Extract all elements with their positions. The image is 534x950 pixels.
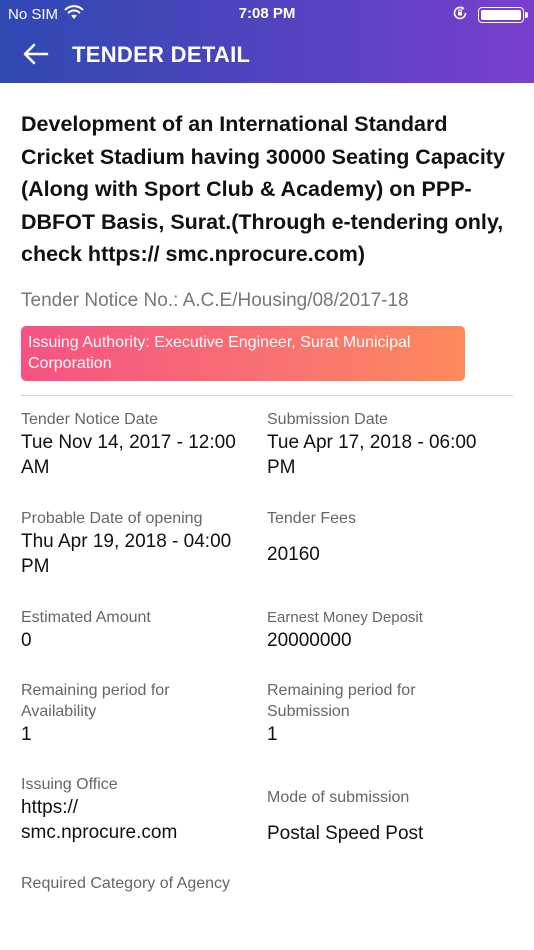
field-submission-date: Submission Date Tue Apr 17, 2018 - 06:00… [267,409,507,480]
field-estimated-amount: Estimated Amount 0 [21,607,261,653]
field-value: Thu Apr 19, 2018 - 04:00 PM [21,530,232,577]
field-remaining-submission: Remaining period for Submission 1 [267,680,427,747]
nav-bar: TENDER DETAIL [0,36,534,76]
field-required-category: Required Category of Agency [21,873,321,894]
field-label: Mode of submission [267,788,410,806]
field-mode-of-submission: Mode of submission Postal Speed Post [267,787,507,846]
field-label: Earnest Money Deposit [267,608,423,626]
arrow-left-icon [23,43,49,70]
field-issuing-office: Issuing Office https:// smc.nprocure.com [21,774,231,845]
status-bar: No SIM 7:08 PM [0,0,534,28]
field-label: Tender Notice Date [21,410,158,428]
tender-notice-no: Tender Notice No.: A.C.E/Housing/08/2017… [21,289,409,311]
field-value: https:// smc.nprocure.com [21,796,178,843]
field-earnest-money-deposit: Earnest Money Deposit 20000000 [267,607,507,653]
battery-fill [481,10,521,20]
field-value: 1 [267,723,278,745]
field-label: Issuing Office [21,775,118,793]
tender-detail-content: Development of an International Standard… [21,108,513,892]
field-value: 1 [21,723,32,745]
orientation-lock-icon [452,5,468,25]
field-label: Probable Date of opening [21,509,203,527]
field-value: Tue Apr 17, 2018 - 06:00 PM [267,431,477,478]
field-label: Required Category of Agency [21,874,231,892]
field-label: Estimated Amount [21,608,151,626]
field-value: 20160 [267,543,320,565]
field-value: Postal Speed Post [267,822,424,844]
field-label: Remaining period for Availability [21,681,170,720]
divider [21,394,513,396]
issuing-authority-badge: Issuing Authority: Executive Engineer, S… [21,325,465,381]
field-value: Tue Nov 14, 2017 - 12:00 AM [21,431,236,478]
battery-icon [478,7,528,23]
app-header: No SIM 7:08 PM TENDER DETAIL [0,0,534,83]
field-label: Tender Fees [267,509,356,527]
field-tender-fees: Tender Fees 20160 [267,508,507,567]
field-tender-notice-date: Tender Notice Date Tue Nov 14, 2017 - 12… [21,409,261,480]
field-probable-opening-date: Probable Date of opening Thu Apr 19, 201… [21,508,261,579]
field-value: 0 [21,629,32,651]
status-right [452,5,528,25]
field-remaining-availability: Remaining period for Availability 1 [21,680,221,747]
page-title: TENDER DETAIL [72,42,251,67]
field-label: Remaining period for Submission [267,681,416,720]
field-value: 20000000 [267,629,352,651]
back-button[interactable] [20,40,52,72]
tender-title: Development of an International Standard… [21,112,505,266]
field-label: Submission Date [267,410,388,428]
